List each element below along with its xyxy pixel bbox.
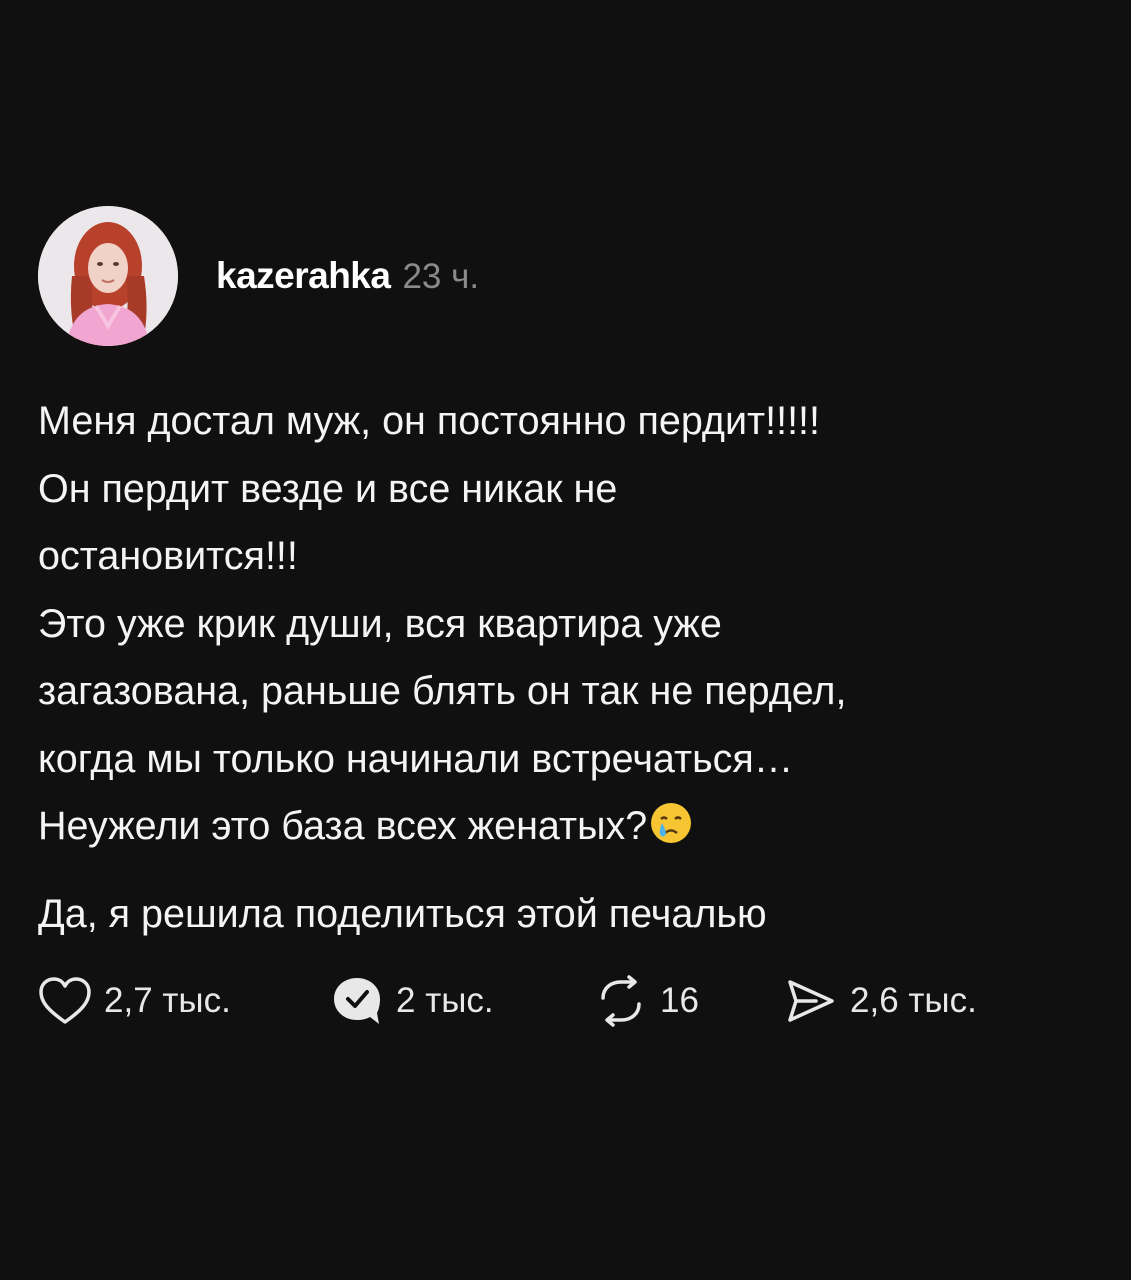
like-count: 2,7 тыс.: [104, 981, 231, 1020]
heart-icon: [39, 977, 91, 1024]
post: kazerahka 23 ч. Меня достал муж, он пост…: [38, 206, 1098, 948]
comment-check-icon: [334, 978, 380, 1024]
comment-count: 2 тыс.: [396, 981, 494, 1020]
repost-button[interactable]: 16: [594, 974, 699, 1028]
share-button[interactable]: 2,6 тыс.: [784, 974, 977, 1028]
like-button[interactable]: 2,7 тыс.: [38, 974, 231, 1028]
repost-count: 16: [660, 981, 699, 1020]
post-body: Меня достал муж, он постоянно пердит!!!!…: [38, 388, 1098, 948]
post-paragraph: Меня достал муж, он постоянно пердит!!!!…: [38, 388, 1098, 867]
crying-face-emoji-icon: [649, 799, 693, 867]
repost-icon: [601, 975, 641, 1027]
post-header: kazerahka 23 ч.: [38, 206, 1098, 346]
send-icon: [788, 980, 834, 1022]
username[interactable]: kazerahka: [216, 255, 391, 297]
avatar[interactable]: [38, 206, 178, 346]
post-paragraph: Да, я решила поделиться этой печалью: [38, 891, 767, 936]
author-line: kazerahka 23 ч.: [216, 255, 479, 297]
post-time: 23 ч.: [402, 257, 480, 296]
post-text: Меня достал муж, он постоянно пердит!!!!…: [38, 399, 847, 848]
avatar-photo: [38, 206, 178, 346]
share-count: 2,6 тыс.: [850, 981, 977, 1020]
comment-button[interactable]: 2 тыс.: [330, 974, 494, 1028]
